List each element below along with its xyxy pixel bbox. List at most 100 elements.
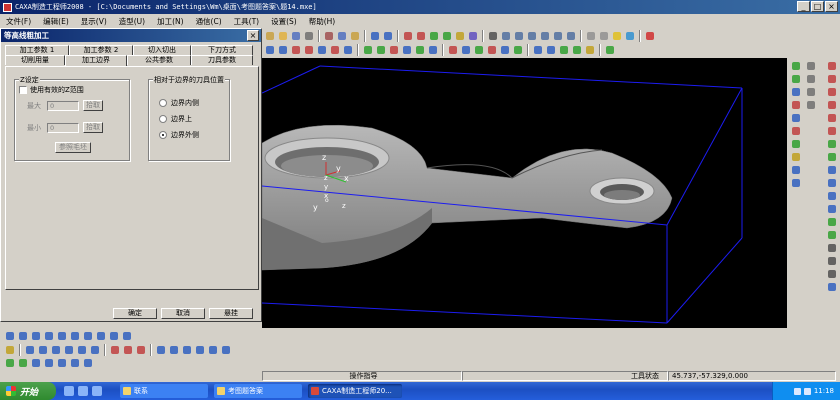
scale-icon[interactable] <box>499 44 511 56</box>
offset-icon[interactable] <box>512 44 524 56</box>
tool-icon[interactable] <box>89 344 101 356</box>
tool-icon[interactable] <box>790 125 802 137</box>
max-input[interactable]: 0 <box>47 100 79 111</box>
extrude-icon[interactable] <box>303 44 315 56</box>
tool-icon[interactable] <box>790 138 802 150</box>
tool-icon[interactable] <box>37 344 49 356</box>
tool-icon[interactable] <box>109 344 121 356</box>
menu-settings[interactable]: 设置(S) <box>271 16 297 27</box>
draft-icon[interactable] <box>414 44 426 56</box>
tool-icon[interactable] <box>17 330 29 342</box>
tool-icon[interactable] <box>69 330 81 342</box>
line-icon[interactable] <box>402 30 414 42</box>
menu-view[interactable]: 显示(V) <box>81 16 107 27</box>
tool-icon[interactable] <box>790 99 802 111</box>
tool-icon[interactable] <box>207 344 219 356</box>
print-icon[interactable] <box>303 30 315 42</box>
tool-icon[interactable] <box>790 60 802 72</box>
zoom-out-icon[interactable] <box>526 30 538 42</box>
shaded-icon[interactable] <box>611 30 623 42</box>
menu-edit[interactable]: 编辑(E) <box>43 16 69 27</box>
tool-icon[interactable] <box>30 357 42 369</box>
tool-icon[interactable] <box>826 216 838 228</box>
tool-icon[interactable] <box>63 344 75 356</box>
zoom-window-icon[interactable] <box>500 30 512 42</box>
arc-icon[interactable] <box>415 30 427 42</box>
task-contact[interactable]: 联系 <box>120 384 208 398</box>
zoom-in-icon[interactable] <box>513 30 525 42</box>
coord-icon[interactable] <box>264 44 276 56</box>
tool-icon[interactable] <box>790 112 802 124</box>
volume-icon[interactable] <box>803 387 811 395</box>
hidden-line-icon[interactable] <box>598 30 610 42</box>
tool-icon[interactable] <box>826 242 838 254</box>
min-pick-button[interactable]: 拾取 <box>83 122 103 133</box>
tool-icon[interactable] <box>95 330 107 342</box>
tool-icon[interactable] <box>826 177 838 189</box>
paste-icon[interactable] <box>349 30 361 42</box>
solid-icon[interactable] <box>441 30 453 42</box>
tool-icon[interactable] <box>17 357 29 369</box>
cancel-button[interactable]: 取消 <box>161 308 205 319</box>
dialog-close-button[interactable]: × <box>247 30 259 41</box>
tool-icon[interactable] <box>43 330 55 342</box>
tool-icon[interactable] <box>826 138 838 150</box>
tab-params-1[interactable]: 加工参数 1 <box>5 45 69 55</box>
fillet-icon[interactable] <box>362 44 374 56</box>
tool-icon[interactable] <box>805 73 817 85</box>
tool-icon[interactable] <box>155 344 167 356</box>
zoom-all-icon[interactable] <box>539 30 551 42</box>
tool-icon[interactable] <box>24 344 36 356</box>
tool-icon[interactable] <box>220 344 232 356</box>
network-icon[interactable] <box>793 387 801 395</box>
tool-icon[interactable] <box>108 330 120 342</box>
tool-icon[interactable] <box>4 357 16 369</box>
undo-icon[interactable] <box>369 30 381 42</box>
task-answers-folder[interactable]: 考图题答案 <box>214 384 302 398</box>
tool-icon[interactable] <box>4 330 16 342</box>
desktop-icon[interactable] <box>78 386 88 396</box>
plane-icon[interactable] <box>277 44 289 56</box>
mirror-icon[interactable] <box>460 44 472 56</box>
copy-icon[interactable] <box>336 30 348 42</box>
tab-common[interactable]: 公共参数 <box>127 55 191 65</box>
tool-icon[interactable] <box>826 203 838 215</box>
tool-icon[interactable] <box>826 73 838 85</box>
close-button[interactable]: × <box>825 1 838 12</box>
redo-icon[interactable] <box>382 30 394 42</box>
ie-icon[interactable] <box>64 386 74 396</box>
sketch-icon[interactable] <box>290 44 302 56</box>
menu-communication[interactable]: 通信(C) <box>196 16 222 27</box>
boolean-icon[interactable] <box>473 44 485 56</box>
tool-icon[interactable] <box>4 344 16 356</box>
shell-icon[interactable] <box>401 44 413 56</box>
tool-icon[interactable] <box>194 344 206 356</box>
tool-icon[interactable] <box>826 151 838 163</box>
rotate-icon[interactable] <box>552 30 564 42</box>
rect-icon[interactable] <box>558 44 570 56</box>
chamfer-icon[interactable] <box>375 44 387 56</box>
rib-icon[interactable] <box>427 44 439 56</box>
tool-icon[interactable] <box>826 86 838 98</box>
minimize-button[interactable]: _ <box>797 1 810 12</box>
tool-icon[interactable] <box>790 86 802 98</box>
tool-icon[interactable] <box>56 357 68 369</box>
tool-icon[interactable] <box>181 344 193 356</box>
tool-icon[interactable] <box>30 330 42 342</box>
tool-icon[interactable] <box>826 255 838 267</box>
open-file-icon[interactable] <box>277 30 289 42</box>
tool-icon[interactable] <box>805 86 817 98</box>
tool-icon[interactable] <box>69 357 81 369</box>
reference-blank-button[interactable]: 参照毛坯 <box>55 142 91 153</box>
tool-icon[interactable] <box>76 344 88 356</box>
tool-icon[interactable] <box>805 99 817 111</box>
max-pick-button[interactable]: 拾取 <box>83 100 103 111</box>
wireframe-icon[interactable] <box>585 30 597 42</box>
split-icon[interactable] <box>486 44 498 56</box>
graphics-viewport[interactable]: z y x z y x o y z <box>262 58 787 328</box>
new-file-icon[interactable] <box>264 30 276 42</box>
texture-icon[interactable] <box>624 30 636 42</box>
tool-icon[interactable] <box>121 330 133 342</box>
spline-icon[interactable] <box>545 44 557 56</box>
color-icon[interactable] <box>467 30 479 42</box>
